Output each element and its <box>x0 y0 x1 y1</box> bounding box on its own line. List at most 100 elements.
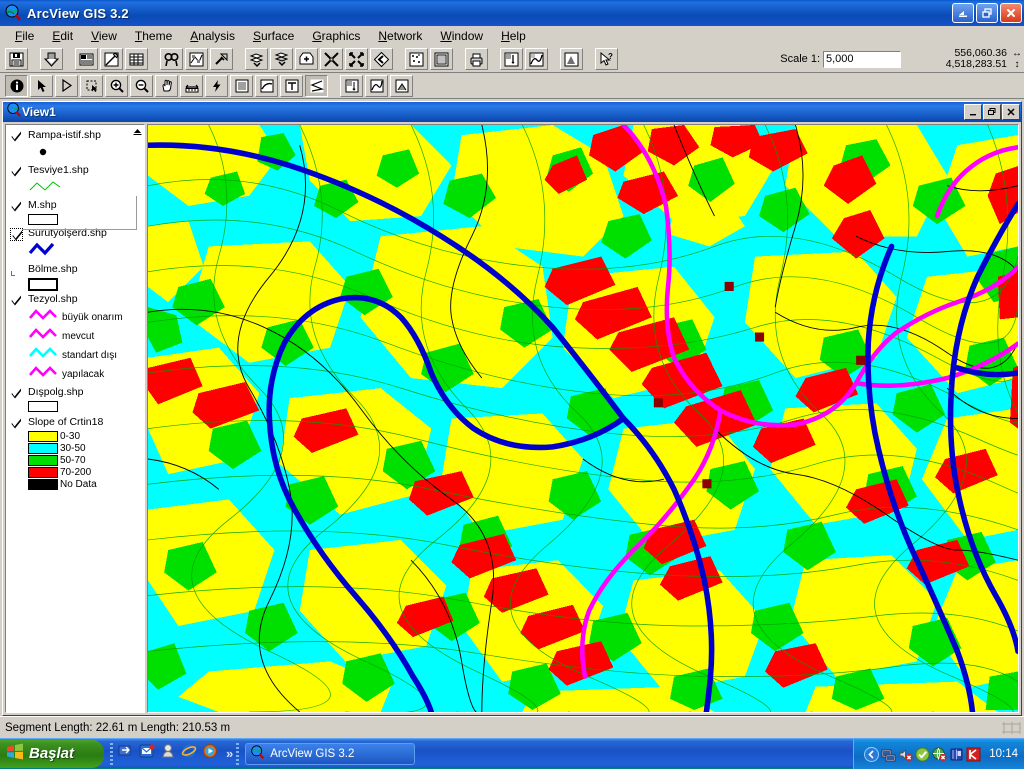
table-of-contents[interactable]: Rampa-istif.shp <box>5 124 145 713</box>
minimize-button[interactable] <box>952 3 974 23</box>
save-project-icon[interactable] <box>5 48 28 70</box>
toolbar-group-file <box>4 48 29 70</box>
line-symbol <box>28 346 60 364</box>
open-table-icon[interactable] <box>125 48 148 70</box>
legend-theme-bolme[interactable]: Bölme.shp <box>10 263 142 291</box>
menu-analysis[interactable]: Analysis <box>181 28 244 44</box>
legend-symbol-row <box>28 401 142 412</box>
measure-icon[interactable] <box>180 75 203 97</box>
zoom-previous-icon[interactable] <box>370 48 393 70</box>
help-pointer-icon[interactable]: ? <box>595 48 618 70</box>
query-builder-icon[interactable] <box>185 48 208 70</box>
legend-class-label: büyük onarım <box>62 312 123 323</box>
theme-checkbox-checked-icon[interactable] <box>10 417 23 430</box>
theme-checkbox-unchecked-icon[interactable] <box>10 264 23 277</box>
resize-grip-icon[interactable] <box>1000 720 1022 736</box>
legend-theme-name: Sürütyolşerd.shp <box>28 227 107 239</box>
scatter-icon[interactable] <box>405 48 428 70</box>
tray-expand-icon[interactable] <box>864 747 878 761</box>
outlook-express-icon[interactable] <box>139 743 155 764</box>
theme-checkbox-checked-icon[interactable] <box>10 165 23 178</box>
legend-theme-slope-of-crtin18[interactable]: Slope of Crtin18 0-30 30-50 50-70 <box>10 416 142 490</box>
theme-checkbox-checked-icon[interactable] <box>10 294 23 307</box>
vertex-edit-icon[interactable] <box>55 75 78 97</box>
select-features-by-theme-icon[interactable] <box>210 48 233 70</box>
media-player-icon[interactable] <box>202 743 218 764</box>
view-restore-button[interactable] <box>983 104 1001 120</box>
edit-legend-icon[interactable] <box>100 48 123 70</box>
theme-checkbox-checked-icon[interactable] <box>10 130 23 143</box>
legend-theme-dispolg[interactable]: Dışpolg.shp <box>10 386 142 412</box>
find-icon[interactable] <box>160 48 183 70</box>
flowpath-icon[interactable] <box>390 75 413 97</box>
print-icon[interactable] <box>465 48 488 70</box>
legend-theme-tesviye1[interactable]: Tesviye1.shp <box>10 164 142 197</box>
svg-text:?: ? <box>608 52 613 61</box>
hotlink-lightning-icon[interactable] <box>205 75 228 97</box>
theme-properties-icon[interactable] <box>75 48 98 70</box>
menu-file[interactable]: File <box>6 28 43 44</box>
theme-checkbox-checked-icon[interactable] <box>10 200 23 213</box>
volume-muted-icon[interactable] <box>898 747 912 761</box>
menu-window[interactable]: Window <box>431 28 492 44</box>
profile-icon[interactable] <box>365 75 388 97</box>
zoom-out-fixed-icon[interactable] <box>345 48 368 70</box>
layout-icon[interactable] <box>430 48 453 70</box>
restore-button[interactable] <box>976 3 998 23</box>
legend-class-label: 70-200 <box>60 467 91 478</box>
kaspersky-icon[interactable] <box>966 747 980 761</box>
menu-view[interactable]: View <box>82 28 126 44</box>
toolbar-group-zoom <box>244 48 394 70</box>
pan-icon[interactable] <box>155 75 178 97</box>
menu-network[interactable]: Network <box>369 28 431 44</box>
network-icon[interactable] <box>881 747 895 761</box>
menu-graphics[interactable]: Graphics <box>303 28 369 44</box>
theme-checkbox-checked-icon[interactable] <box>10 228 23 241</box>
legend-class-label: standart dışı <box>62 350 117 361</box>
map-canvas[interactable] <box>147 124 1019 713</box>
menu-help[interactable]: Help <box>492 28 535 44</box>
menu-surface[interactable]: Surface <box>244 28 303 44</box>
menu-edit[interactable]: Edit <box>43 28 82 44</box>
zoom-to-theme-icon[interactable] <box>295 48 318 70</box>
select-feature-icon[interactable] <box>80 75 103 97</box>
shield-ok-icon[interactable] <box>915 747 929 761</box>
legend-theme-m[interactable]: M.shp <box>10 199 142 225</box>
draw-point-icon[interactable] <box>230 75 253 97</box>
zoom-in-icon[interactable] <box>105 75 128 97</box>
histogram-icon[interactable] <box>340 75 363 97</box>
theme-checkbox-checked-icon[interactable] <box>10 387 23 400</box>
identify-icon[interactable] <box>5 75 28 97</box>
legend-theme-name: Tesviye1.shp <box>28 164 89 176</box>
taskbar-clock[interactable]: 10:14 <box>989 748 1018 760</box>
quick-launch-overflow[interactable]: » <box>223 746 236 761</box>
view-minimize-button[interactable] <box>964 104 982 120</box>
book-icon[interactable] <box>949 747 963 761</box>
scale-input[interactable]: 5,000 <box>823 51 901 68</box>
legend-theme-surutyolserd[interactable]: Sürütyolşerd.shp <box>10 227 142 261</box>
show-desktop-icon[interactable] <box>118 743 134 764</box>
windows-taskbar: Başlat » ArcView GIS 3.2 <box>0 738 1024 768</box>
taskbar-item-arcview[interactable]: ArcView GIS 3.2 <box>245 743 415 765</box>
zoom-out-icon[interactable] <box>130 75 153 97</box>
add-theme-icon[interactable] <box>40 48 63 70</box>
draw-line-icon[interactable] <box>255 75 278 97</box>
hot-link-icon[interactable] <box>560 48 583 70</box>
network-error-icon[interactable] <box>932 747 946 761</box>
zoom-in-fixed-icon[interactable] <box>320 48 343 70</box>
label-text-icon[interactable] <box>280 75 303 97</box>
close-button[interactable] <box>1000 3 1022 23</box>
draw-polyline-icon[interactable] <box>305 75 328 97</box>
internet-explorer-icon[interactable] <box>181 743 197 764</box>
legend-theme-rampa-istif[interactable]: Rampa-istif.shp <box>10 129 142 162</box>
start-button[interactable]: Başlat <box>0 740 104 768</box>
chart-tool-icon[interactable] <box>500 48 523 70</box>
zoom-to-selected-icon[interactable] <box>245 48 268 70</box>
windows-media-icon[interactable] <box>160 743 176 764</box>
interpolate-icon[interactable] <box>525 48 548 70</box>
view-close-button[interactable] <box>1002 104 1020 120</box>
legend-theme-tezyol[interactable]: Tezyol.shp büyük onarım me <box>10 293 142 383</box>
menu-theme[interactable]: Theme <box>126 28 181 44</box>
pointer-icon[interactable] <box>30 75 53 97</box>
clear-selected-icon[interactable] <box>270 48 293 70</box>
